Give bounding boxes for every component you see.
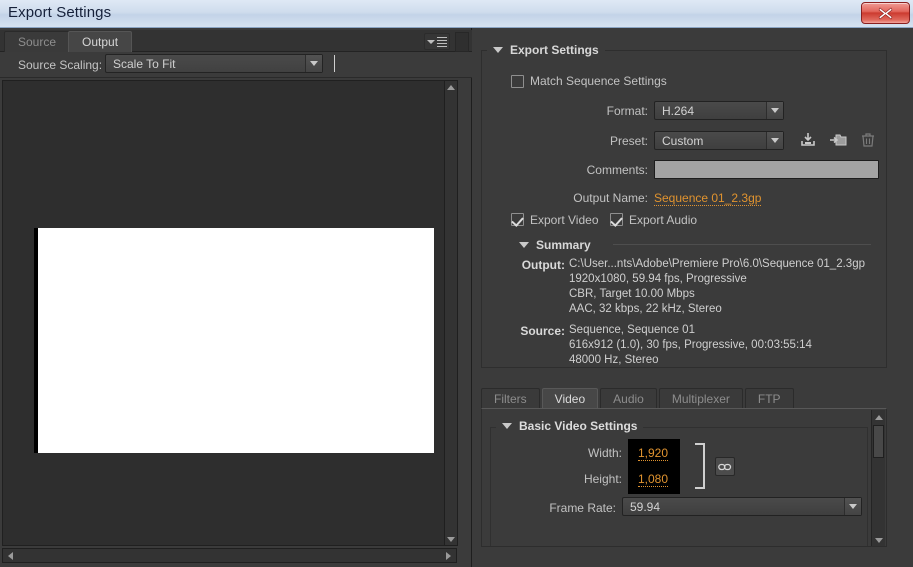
preview-frame-image: [34, 228, 434, 453]
scroll-left-arrow-icon[interactable]: [4, 549, 17, 562]
summary-source-line-3: 48000 Hz, Stereo: [569, 354, 659, 366]
video-settings-pane: Basic Video Settings Width: 1,920 Height…: [481, 408, 887, 547]
height-label: Height:: [583, 472, 622, 486]
chevron-down-icon: [766, 102, 783, 119]
summary-source-line-1: Sequence, Sequence 01: [569, 324, 695, 336]
triangle-down-icon[interactable]: [519, 242, 529, 248]
tab-video[interactable]: Video: [541, 388, 599, 408]
link-chain-icon[interactable]: [715, 457, 735, 476]
summary-title-label: Summary: [536, 238, 591, 252]
chevron-down-icon: [844, 498, 861, 515]
summary-source-label: Source:: [520, 324, 565, 338]
preset-value: Custom: [662, 133, 704, 148]
preset-select[interactable]: Custom: [654, 131, 784, 150]
format-select[interactable]: H.264: [654, 101, 784, 120]
scroll-right-arrow-icon[interactable]: [442, 549, 455, 562]
scroll-down-arrow-icon[interactable]: [873, 534, 885, 546]
window-title-bar: Export Settings: [0, 0, 913, 28]
export-settings-dialog: Export Settings Source Output Source Sca…: [0, 0, 913, 567]
preview-panel: Source Output Source Scaling: Scale To F…: [0, 28, 472, 567]
comments-label: Comments:: [586, 163, 648, 177]
chevron-down-icon: [427, 39, 435, 44]
scroll-down-arrow-icon[interactable]: [445, 533, 457, 545]
tab-source[interactable]: Source: [4, 31, 71, 52]
tab-output[interactable]: Output: [68, 31, 133, 52]
summary-rule: [613, 244, 871, 245]
format-label: Format:: [606, 104, 648, 118]
settings-panel: Export Settings Match Sequence Settings …: [473, 28, 913, 567]
export-settings-group: [481, 50, 887, 368]
import-preset-icon[interactable]: [828, 130, 848, 150]
preview-tab-strip: Source Output: [0, 30, 472, 52]
preview-vertical-scrollbar[interactable]: [444, 80, 458, 546]
output-name-link[interactable]: Sequence 01_2.3gp: [654, 191, 762, 206]
close-icon: [878, 7, 893, 20]
save-preset-icon[interactable]: [798, 130, 818, 150]
panel-menu-icon[interactable]: [424, 33, 450, 50]
basic-video-settings-title: Basic Video Settings: [496, 419, 644, 433]
video-pane-scrollbar[interactable]: [871, 410, 885, 546]
chevron-down-icon: [766, 132, 783, 149]
scroll-up-arrow-icon[interactable]: [445, 81, 457, 93]
source-scaling-row: Source Scaling: Scale To Fit: [0, 52, 472, 78]
frame-rate-value: 59.94: [630, 499, 661, 514]
summary-output-line-4: AAC, 32 kbps, 22 kHz, Stereo: [569, 303, 722, 315]
tab-multiplexer[interactable]: Multiplexer: [658, 388, 743, 408]
summary-output-line-3: CBR, Target 10.00 Mbps: [569, 288, 695, 300]
triangle-down-icon[interactable]: [502, 423, 512, 429]
match-sequence-settings-label: Match Sequence Settings: [530, 74, 667, 88]
output-name-label: Output Name:: [573, 191, 648, 205]
source-scaling-value: Scale To Fit: [113, 56, 176, 71]
triangle-down-icon[interactable]: [493, 47, 503, 53]
tab-audio-label: Audio: [613, 391, 644, 406]
export-video-label: Export Video: [530, 213, 599, 227]
delete-preset-icon[interactable]: [858, 130, 878, 150]
preview-canvas[interactable]: [2, 80, 457, 546]
hamburger-icon: [437, 36, 447, 47]
panel-menu-spacer: [455, 32, 469, 52]
source-scaling-select[interactable]: Scale To Fit: [105, 54, 323, 73]
tab-audio[interactable]: Audio: [600, 388, 657, 408]
aspect-bracket: [695, 443, 705, 489]
summary-group-title: Summary: [513, 238, 597, 252]
summary-output-label: Output:: [521, 258, 565, 272]
tab-multiplexer-label: Multiplexer: [671, 391, 730, 406]
frame-rate-label: Frame Rate:: [549, 501, 616, 515]
preset-label: Preset:: [609, 134, 648, 148]
export-audio-label: Export Audio: [629, 213, 698, 227]
format-value: H.264: [662, 103, 695, 118]
close-button[interactable]: [861, 2, 910, 24]
tab-ftp-label: FTP: [757, 391, 781, 406]
tab-ftp[interactable]: FTP: [744, 388, 794, 408]
chevron-down-icon: [305, 55, 322, 72]
export-audio-checkbox[interactable]: [610, 213, 623, 226]
summary-source-line-2: 616x912 (1.0), 30 fps, Progressive, 00:0…: [569, 339, 812, 351]
width-input[interactable]: 1,920: [638, 446, 669, 461]
width-label: Width:: [587, 446, 622, 460]
comments-input[interactable]: [654, 160, 879, 179]
tab-filters-label: Filters: [494, 391, 527, 406]
settings-tab-strip: Filters Video Audio Multiplexer FTP: [481, 388, 796, 408]
text-caret: [334, 55, 335, 72]
tab-source-label: Source: [18, 35, 57, 49]
preview-horizontal-scrollbar[interactable]: [2, 548, 457, 563]
page-title: Export Settings: [8, 4, 112, 21]
export-settings-title-label: Export Settings: [510, 43, 599, 57]
height-input[interactable]: 1,080: [638, 472, 669, 487]
scroll-up-arrow-icon[interactable]: [873, 411, 885, 423]
source-scaling-label: Source Scaling:: [18, 58, 103, 72]
basic-video-settings-label: Basic Video Settings: [519, 419, 638, 433]
summary-output-line-2: 1920x1080, 59.94 fps, Progressive: [569, 273, 747, 285]
summary-output-line-1: C:\User...nts\Adobe\Premiere Pro\6.0\Seq…: [569, 258, 865, 270]
frame-rate-select[interactable]: 59.94: [622, 497, 862, 516]
tab-output-label: Output: [82, 35, 119, 49]
export-settings-group-title: Export Settings: [487, 43, 605, 57]
export-video-checkbox[interactable]: [511, 213, 524, 226]
match-sequence-settings-checkbox[interactable]: [511, 75, 524, 88]
tab-filters[interactable]: Filters: [481, 388, 540, 408]
video-pane-scroll-thumb[interactable]: [873, 425, 884, 458]
tab-video-label: Video: [554, 391, 586, 406]
